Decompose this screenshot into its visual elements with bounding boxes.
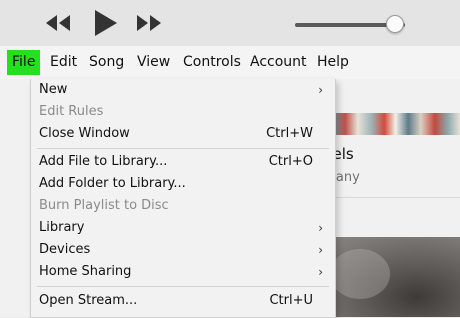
menu-song[interactable]: Song: [84, 50, 129, 75]
play-icon[interactable]: [93, 8, 119, 38]
menu-item-close-window[interactable]: Close Window Ctrl+W: [31, 123, 335, 145]
menu-file[interactable]: File: [7, 50, 41, 75]
chevron-right-icon: ›: [318, 243, 323, 257]
file-menu-dropdown: New › Edit Rules Close Window Ctrl+W Add…: [30, 79, 336, 318]
menu-item-add-file[interactable]: Add File to Library... Ctrl+O: [31, 151, 335, 173]
rewind-icon[interactable]: [44, 13, 72, 33]
menu-item-label: Burn Playlist to Disc: [39, 198, 169, 213]
menu-item-library[interactable]: Library ›: [31, 217, 335, 239]
menu-item-open-stream[interactable]: Open Stream... Ctrl+U: [31, 290, 335, 312]
menu-edit[interactable]: Edit: [45, 50, 82, 75]
shortcut-label: Ctrl+O: [268, 154, 313, 169]
menu-item-home-sharing[interactable]: Home Sharing ›: [31, 261, 335, 283]
photo-highlight: [330, 249, 390, 299]
transport-bar: [0, 0, 460, 46]
menu-help[interactable]: Help: [312, 50, 354, 75]
shortcut-label: Ctrl+U: [269, 293, 313, 308]
menu-item-label: Open Stream...: [39, 293, 138, 308]
menu-item-label: New: [39, 82, 68, 97]
menu-separator: [37, 286, 329, 287]
menu-item-add-folder[interactable]: Add Folder to Library...: [31, 173, 335, 195]
chevron-right-icon: ›: [318, 83, 323, 97]
menu-item-label: Add Folder to Library...: [39, 176, 186, 191]
album-art-strip: [320, 113, 460, 135]
menu-item-new[interactable]: New ›: [31, 79, 335, 101]
menu-view[interactable]: View: [132, 50, 175, 75]
menu-item-edit-rules: Edit Rules: [31, 101, 335, 123]
menu-item-label: Add File to Library...: [39, 154, 168, 169]
menu-item-label: Library: [39, 220, 85, 235]
chevron-right-icon: ›: [318, 221, 323, 235]
menu-item-devices[interactable]: Devices ›: [31, 239, 335, 261]
shortcut-label: Ctrl+W: [266, 126, 313, 141]
menu-controls[interactable]: Controls: [178, 50, 246, 75]
menu-item-label: Home Sharing: [39, 264, 132, 279]
chevron-right-icon: ›: [318, 265, 323, 279]
volume-slider-thumb[interactable]: [386, 15, 404, 33]
menu-item-label: Devices: [39, 242, 91, 257]
menu-item-label: Close Window: [39, 126, 130, 141]
menu-separator: [37, 148, 329, 149]
divider: [315, 197, 460, 198]
menu-bar: File Edit Song View Controls Account Hel…: [0, 46, 460, 79]
menu-item-label: Edit Rules: [39, 104, 104, 119]
fast-forward-icon[interactable]: [135, 13, 163, 33]
menu-account[interactable]: Account: [245, 50, 312, 75]
menu-item-burn-playlist: Burn Playlist to Disc: [31, 195, 335, 217]
